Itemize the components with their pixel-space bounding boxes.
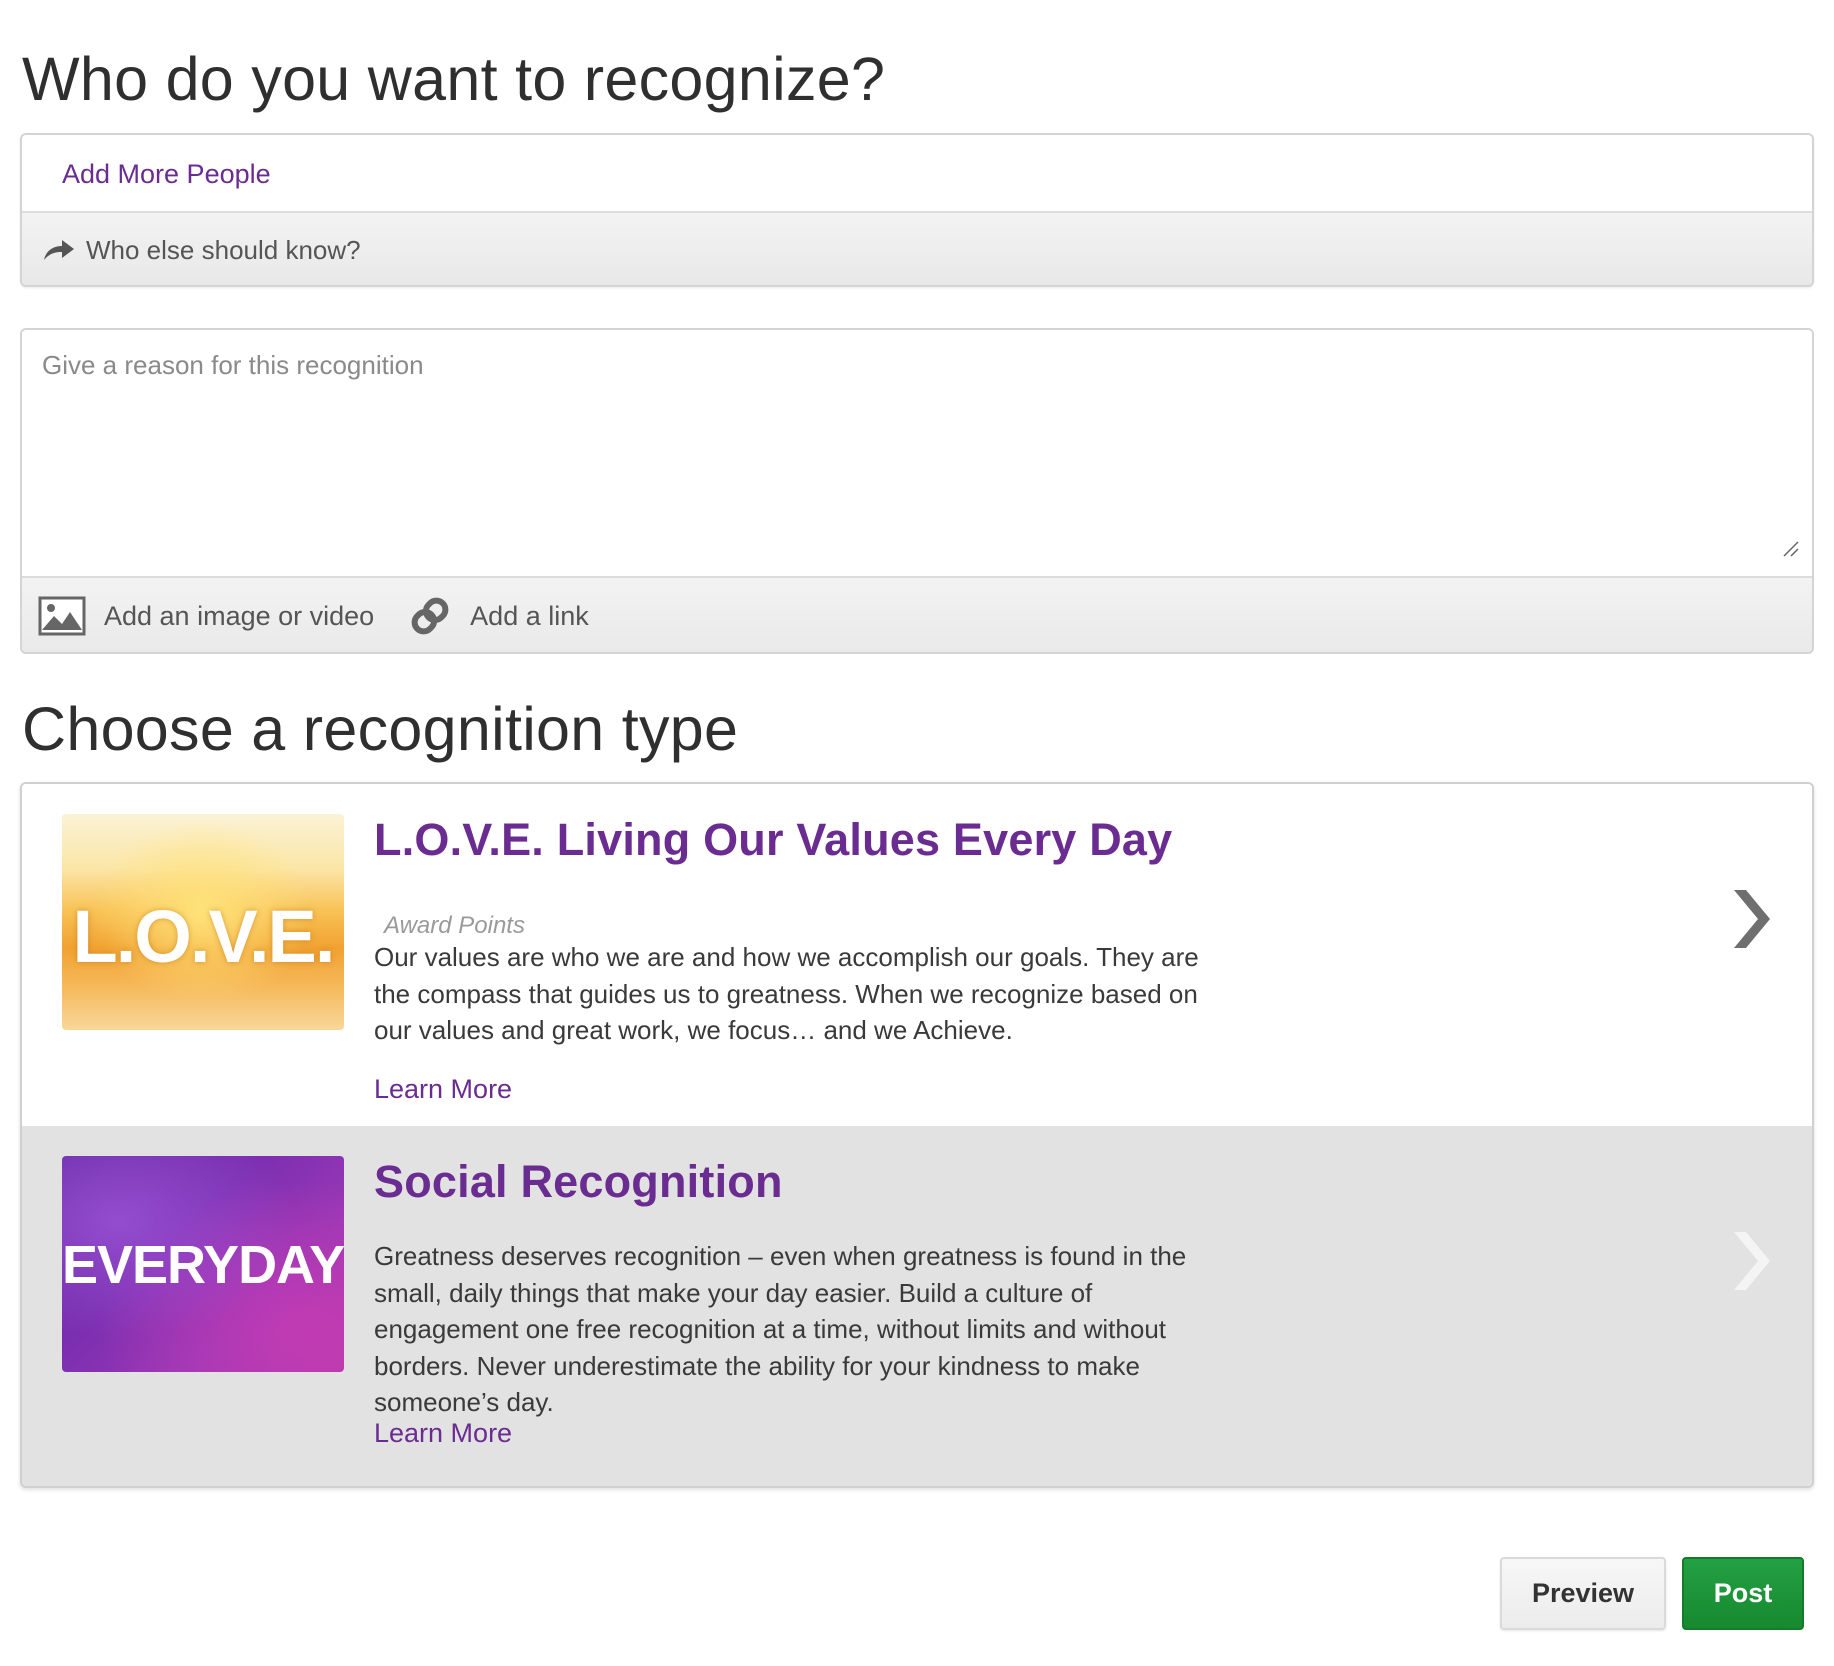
everyday-thumbnail: EVERYDAY <box>62 1156 344 1372</box>
chevron-right-icon[interactable] <box>1728 886 1774 952</box>
image-icon <box>38 596 86 636</box>
love-thumbnail-text: L.O.V.E. <box>72 895 336 978</box>
post-button[interactable]: Post <box>1682 1557 1804 1630</box>
recognition-type-description: Our values are who we are and how we acc… <box>374 942 1199 1045</box>
add-more-people-link[interactable]: Add More People <box>22 135 1812 213</box>
add-link-label: Add a link <box>470 600 589 631</box>
everyday-thumbnail-text: EVERYDAY <box>62 1235 344 1295</box>
recognition-type-heading: Choose a recognition type <box>22 695 739 763</box>
reason-card: Add an image or video Add a link <box>20 328 1814 654</box>
recognition-type-social[interactable]: EVERYDAY Social Recognition Greatness de… <box>22 1126 1812 1486</box>
resize-grip-icon[interactable] <box>1782 540 1800 558</box>
recognition-type-love[interactable]: L.O.V.E. L.O.V.E. Living Our Values Ever… <box>22 784 1812 1126</box>
recognition-type-description: Greatness deserves recognition – even wh… <box>374 1241 1187 1417</box>
award-points-label: Award Points <box>384 912 525 939</box>
attachment-toolbar: Add an image or video Add a link <box>22 578 1812 652</box>
recognition-type-title: Social Recognition <box>374 1156 783 1207</box>
recipients-heading: Who do you want to recognize? <box>22 45 886 113</box>
notify-others-label: Who else should know? <box>86 234 361 265</box>
recipients-card: Add More People Who else should know? <box>20 133 1814 287</box>
link-icon <box>411 597 449 635</box>
love-thumbnail: L.O.V.E. <box>62 814 344 1030</box>
add-image-video-button[interactable]: Add an image or video <box>38 596 374 636</box>
chevron-right-icon[interactable] <box>1728 1228 1774 1294</box>
recognition-form-page: Who do you want to recognize? Add More P… <box>0 0 1834 1666</box>
preview-button[interactable]: Preview <box>1500 1557 1666 1630</box>
notify-others-row[interactable]: Who else should know? <box>22 213 1812 285</box>
reason-textarea[interactable] <box>22 330 1812 578</box>
share-arrow-icon <box>44 240 74 260</box>
recognition-type-title: L.O.V.E. Living Our Values Every Day <box>374 814 1173 865</box>
add-image-video-label: Add an image or video <box>104 600 375 631</box>
learn-more-link[interactable]: Learn More <box>374 1418 512 1449</box>
learn-more-link[interactable]: Learn More <box>374 1074 512 1105</box>
recognition-types-list: L.O.V.E. L.O.V.E. Living Our Values Ever… <box>20 782 1814 1488</box>
add-link-button[interactable]: Add a link <box>408 593 589 639</box>
